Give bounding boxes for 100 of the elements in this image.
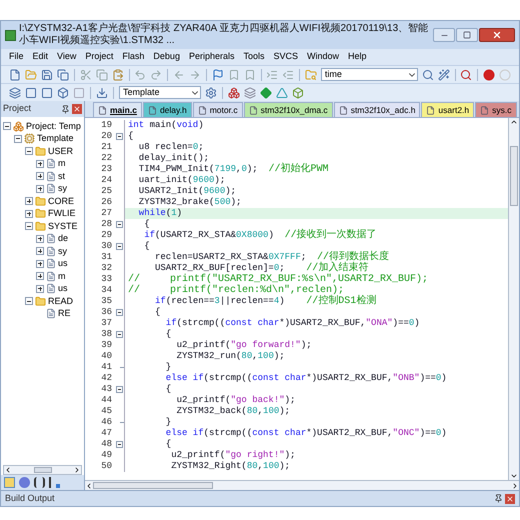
horizontal-scrollbar[interactable]	[85, 480, 519, 490]
tree-item-label[interactable]: Template	[37, 132, 74, 146]
tree-item-label[interactable]: m	[58, 270, 66, 283]
menu-item[interactable]: Project	[85, 50, 114, 64]
tree-item-label[interactable]: m	[58, 157, 66, 170]
expand-toggle-icon[interactable]	[36, 260, 44, 268]
menu-item[interactable]: File	[9, 50, 24, 64]
collapse-toggle-icon[interactable]	[14, 134, 22, 143]
scroll-thumb[interactable]	[93, 482, 213, 489]
tree-item-label[interactable]: us	[58, 257, 68, 270]
expand-toggle-icon[interactable]	[36, 160, 44, 168]
tree-item-label[interactable]: RE	[58, 307, 71, 320]
menu-item[interactable]: Edit	[32, 50, 48, 64]
pin-icon[interactable]	[494, 494, 503, 503]
menu-item[interactable]: View	[57, 50, 76, 64]
file-tab[interactable]: stm32f10x_dma.c	[244, 102, 333, 117]
file-tab[interactable]: usart2.h	[421, 102, 474, 117]
options-icon[interactable]	[205, 86, 217, 98]
debug-search-icon[interactable]	[460, 68, 472, 80]
fold-toggle-icon[interactable]	[116, 309, 123, 316]
vertical-scrollbar[interactable]	[508, 118, 519, 480]
folder-icon	[35, 220, 46, 232]
diamond-icon[interactable]	[260, 86, 272, 98]
code-line: reclen=USART2_RX_STA&0X7FFF; //得到数据长度	[154, 252, 390, 263]
fold-toggle-icon[interactable]	[116, 221, 123, 228]
fold-toggle-icon[interactable]	[116, 386, 123, 393]
scroll-thumb[interactable]	[510, 146, 518, 206]
fold-toggle-icon[interactable]	[116, 243, 123, 250]
collapse-toggle-icon[interactable]	[25, 297, 33, 306]
menu-item[interactable]: Help	[348, 50, 367, 64]
code-line: u2_printf("go right!");	[170, 450, 296, 461]
close-panel-button[interactable]	[72, 104, 82, 114]
code-line: else if(strcmp((const char*)USART2_RX_BUF,"ONB")==0)	[164, 373, 448, 384]
code-line: u8 reclen=0;	[138, 142, 205, 153]
expand-toggle-icon[interactable]	[25, 210, 33, 218]
tree-item-label[interactable]: st	[58, 170, 66, 183]
fold-toggle-icon[interactable]	[116, 441, 123, 448]
close-icon	[73, 105, 81, 113]
folder-icon	[35, 146, 46, 157]
tree-item-label[interactable]: READ	[48, 294, 74, 308]
pin-icon[interactable]	[61, 104, 70, 114]
fold-toggle-icon[interactable]	[116, 331, 123, 338]
scroll-right-icon	[73, 466, 81, 474]
line-number: 35	[100, 296, 113, 307]
wand-icon[interactable]	[438, 68, 450, 80]
expand-toggle-icon[interactable]	[36, 184, 44, 193]
menu-item[interactable]: Tools	[243, 50, 264, 64]
collapse-toggle-icon[interactable]	[3, 122, 11, 130]
code-line: // printf("USART2_RX_BUF:%s\n",USART2_RX_BUF);	[127, 274, 430, 285]
collapse-toggle-icon[interactable]	[25, 222, 33, 230]
scroll-thumb[interactable]	[34, 467, 52, 473]
file-tab[interactable]: main.c	[93, 102, 142, 117]
tree-item-label[interactable]: de	[58, 232, 68, 246]
tree-item-label[interactable]: sy	[58, 244, 67, 258]
close-panel-button[interactable]	[505, 494, 515, 504]
expand-toggle-icon[interactable]	[36, 247, 44, 256]
file-tab[interactable]: motor.c	[192, 102, 243, 117]
menu-item[interactable]: Peripherals	[188, 50, 234, 64]
new-file-icon[interactable]	[9, 68, 21, 80]
menu-item[interactable]: Flash	[122, 50, 144, 64]
tree-item-label[interactable]: us	[58, 282, 68, 296]
download-icon[interactable]	[96, 86, 108, 98]
expand-toggle-icon[interactable]	[36, 172, 44, 180]
file-tab[interactable]: delay.h	[142, 102, 192, 117]
expand-toggle-icon[interactable]	[36, 284, 44, 293]
expand-toggle-icon[interactable]	[36, 234, 44, 243]
code-line: }	[164, 362, 172, 373]
fold-toggle-icon[interactable]	[116, 133, 123, 140]
tree-item-label[interactable]: CORE	[48, 194, 74, 208]
menu-item[interactable]: SVCS	[274, 50, 298, 64]
line-number: 21	[100, 142, 113, 153]
breakpoint-icon[interactable]	[483, 68, 496, 80]
close-button[interactable]	[479, 28, 515, 42]
horizontal-scrollbar[interactable]	[3, 465, 82, 475]
find-combo[interactable]: time	[320, 68, 418, 81]
tree-item-label[interactable]: USER	[48, 144, 74, 158]
triangle-icon[interactable]	[276, 86, 288, 98]
save-icon[interactable]	[41, 68, 53, 80]
package-icon[interactable]	[292, 86, 304, 98]
menu-item[interactable]: Window	[307, 50, 340, 64]
flag-icon[interactable]	[212, 68, 224, 80]
expand-toggle-icon[interactable]	[36, 272, 44, 280]
code-line: {	[143, 219, 151, 230]
file-tab[interactable]: stm32f10x_adc.h	[334, 102, 420, 117]
layers-icon[interactable]	[244, 86, 256, 98]
maximize-button[interactable]	[456, 28, 478, 42]
menu-item[interactable]: Debug	[153, 50, 180, 64]
tree-item-label[interactable]: SYSTE	[48, 220, 78, 233]
expand-toggle-icon[interactable]	[25, 197, 33, 206]
tree-item-label[interactable]: sy	[58, 182, 67, 196]
paste-icon[interactable]	[112, 68, 124, 80]
tree-item-label[interactable]: FWLIE	[48, 207, 76, 220]
target-combo[interactable]: Template	[119, 86, 201, 99]
search-icon[interactable]	[422, 68, 434, 80]
file-tab[interactable]: sys.c	[475, 102, 517, 117]
line-number: 44	[100, 395, 113, 406]
code-line: USART2_Init(9600);	[138, 186, 238, 197]
collapse-toggle-icon[interactable]	[25, 147, 33, 156]
tree-item-label[interactable]: Project: Temp	[26, 120, 81, 133]
components-icon[interactable]	[228, 86, 240, 98]
